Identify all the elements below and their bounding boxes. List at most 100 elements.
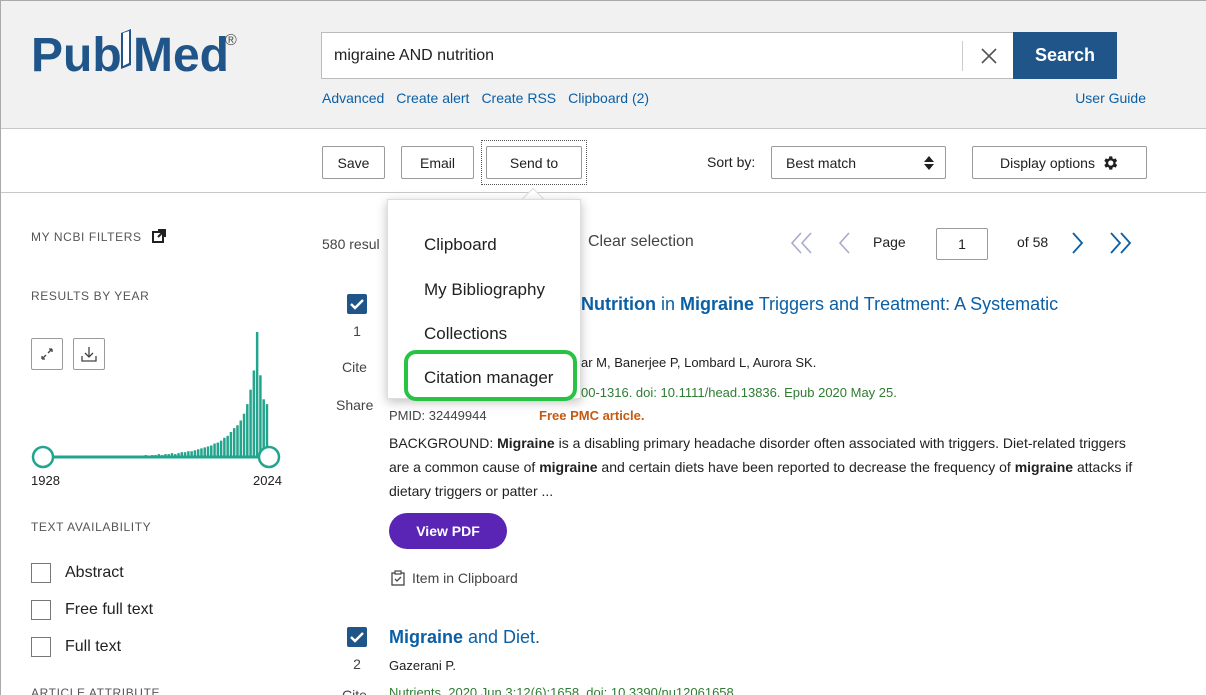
result-1-share[interactable]: Share: [336, 397, 373, 413]
display-options-button[interactable]: Display options: [972, 146, 1147, 179]
full-text-checkbox[interactable]: [31, 637, 51, 657]
sort-arrows-icon: [924, 156, 934, 170]
year-end-label: 2024: [253, 473, 282, 488]
external-link-icon: [151, 229, 166, 243]
year-start-label: 1928: [31, 473, 60, 488]
results-by-year-heading: RESULTS BY YEAR: [31, 289, 150, 303]
histogram-bar: [206, 446, 210, 457]
result-1-number: 1: [353, 323, 361, 339]
histogram-bar: [242, 413, 246, 457]
display-options-label: Display options: [1000, 154, 1095, 171]
histogram-bar: [229, 432, 233, 457]
pagination: Page 1 of 58: [789, 225, 1149, 261]
user-guide-link[interactable]: User Guide: [1075, 90, 1146, 106]
histogram-bar: [219, 440, 223, 457]
histogram-bar: [249, 389, 252, 457]
gear-icon: [1104, 155, 1118, 170]
result-1-pmid: PMID: 32449944: [389, 408, 487, 423]
view-pdf-button[interactable]: View PDF: [389, 513, 507, 549]
result-2-authors: Gazerani P.: [389, 658, 456, 673]
item-in-clipboard: Item in Clipboard: [390, 570, 518, 586]
my-ncbi-filters-heading[interactable]: MY NCBI FILTERS: [31, 229, 166, 244]
advanced-link[interactable]: Advanced: [322, 90, 384, 106]
close-icon: [980, 48, 997, 64]
result-2-citation: Nutrients. 2020 Jun 3;12(6):1658. doi: 1…: [389, 685, 738, 695]
free-full-text-checkbox[interactable]: [31, 600, 51, 620]
checkmark-icon: [350, 299, 364, 310]
histogram-bar: [255, 332, 259, 457]
result-1-citation: 00-1316. doi: 10.1111/head.13836. Epub 2…: [581, 385, 897, 400]
article-attribute-heading: ARTICLE ATTRIBUTE: [31, 686, 161, 695]
histogram-bar: [213, 443, 216, 457]
full-text-filter-label: Full text: [65, 638, 122, 655]
results-toolbar: Save Email Send to Sort by: Best match D…: [1, 130, 1206, 193]
next-page-icon[interactable]: [1069, 231, 1085, 255]
result-1-title[interactable]: Nutrition in Migraine Triggers and Treat…: [581, 294, 1058, 315]
send-to-menu: Clipboard My Bibliography Collections Ci…: [387, 199, 581, 401]
abstract-filter[interactable]: Abstract: [31, 563, 124, 583]
email-button[interactable]: Email: [401, 146, 474, 179]
header: Pub Med ® Search Advanced Create alert Cre…: [1, 1, 1206, 129]
histogram-bar: [226, 435, 229, 457]
create-alert-link[interactable]: Create alert: [396, 90, 469, 106]
text-availability-heading: TEXT AVAILABILITY: [31, 520, 152, 534]
year-range-end-handle[interactable]: [257, 445, 281, 469]
clipboard-link[interactable]: Clipboard (2): [568, 90, 649, 106]
full-text-filter[interactable]: Full text: [31, 637, 121, 657]
search-input[interactable]: [334, 33, 954, 78]
histogram-bar: [236, 425, 239, 457]
pubmed-window: Pub Med ® Search Advanced Create alert Cre…: [0, 0, 1206, 695]
results-by-year-histogram[interactable]: [29, 321, 289, 471]
send-to-button[interactable]: Send to: [486, 146, 582, 179]
header-links: Advanced Create alert Create RSS Clipboard …: [322, 90, 661, 106]
save-button[interactable]: Save: [322, 146, 385, 179]
sort-select[interactable]: Best match: [771, 146, 946, 179]
free-full-text-filter-label: Free full text: [65, 601, 154, 618]
histogram-bar: [210, 445, 213, 457]
svg-text:Pub: Pub: [31, 29, 122, 82]
clipboard-icon: [391, 570, 405, 586]
clear-search-button[interactable]: [962, 41, 1014, 71]
histogram-bar: [252, 370, 256, 457]
histogram-bar: [246, 404, 249, 457]
histogram-bar: [223, 437, 226, 457]
send-to-collections[interactable]: Collections: [424, 324, 507, 344]
results-count: 580 resul: [322, 236, 380, 252]
page-total: of 58: [1017, 234, 1049, 250]
histogram-bar: [259, 375, 262, 457]
send-to-my-bibliography[interactable]: My Bibliography: [424, 280, 545, 300]
result-2-cite[interactable]: Cite: [342, 687, 367, 695]
svg-text:®: ®: [225, 32, 237, 49]
svg-text:Med: Med: [133, 29, 229, 82]
search-box: [321, 32, 1014, 79]
result-1-abstract: BACKGROUND: Migraine is a disabling prim…: [389, 435, 1133, 499]
checkmark-icon: [350, 632, 364, 643]
result-1-authors: ar M, Banerjee P, Lombard L, Aurora SK.: [581, 355, 817, 370]
send-to-clipboard[interactable]: Clipboard: [424, 235, 497, 255]
last-page-icon[interactable]: [1107, 231, 1133, 255]
clear-selection-button[interactable]: Clear selection: [588, 233, 694, 251]
free-full-text-filter[interactable]: Free full text: [31, 600, 153, 620]
previous-page-icon[interactable]: [837, 231, 853, 255]
result-2-title[interactable]: Migraine and Diet.: [389, 627, 540, 648]
page-input[interactable]: 1: [936, 228, 988, 260]
year-range-start-handle[interactable]: [31, 445, 55, 469]
result-2-number: 2: [353, 656, 361, 672]
abstract-checkbox[interactable]: [31, 563, 51, 583]
search-button[interactable]: Search: [1013, 32, 1117, 79]
sort-value: Best match: [786, 154, 857, 171]
result-1-cite[interactable]: Cite: [342, 359, 367, 375]
histogram-bar: [232, 428, 236, 457]
histogram-bar: [239, 420, 242, 457]
result-1-checkbox[interactable]: [347, 294, 367, 314]
sort-by-label: Sort by:: [707, 154, 756, 170]
result-1-free-pmc: Free PMC article.: [539, 408, 645, 423]
pubmed-logo[interactable]: Pub Med ®: [29, 23, 269, 85]
page-label: Page: [873, 234, 906, 250]
result-2-checkbox[interactable]: [347, 627, 367, 647]
histogram-bar: [216, 442, 220, 457]
citation-manager-highlight: [404, 350, 577, 401]
abstract-filter-label: Abstract: [65, 564, 124, 581]
create-rss-link[interactable]: Create RSS: [481, 90, 556, 106]
first-page-icon[interactable]: [789, 231, 815, 255]
